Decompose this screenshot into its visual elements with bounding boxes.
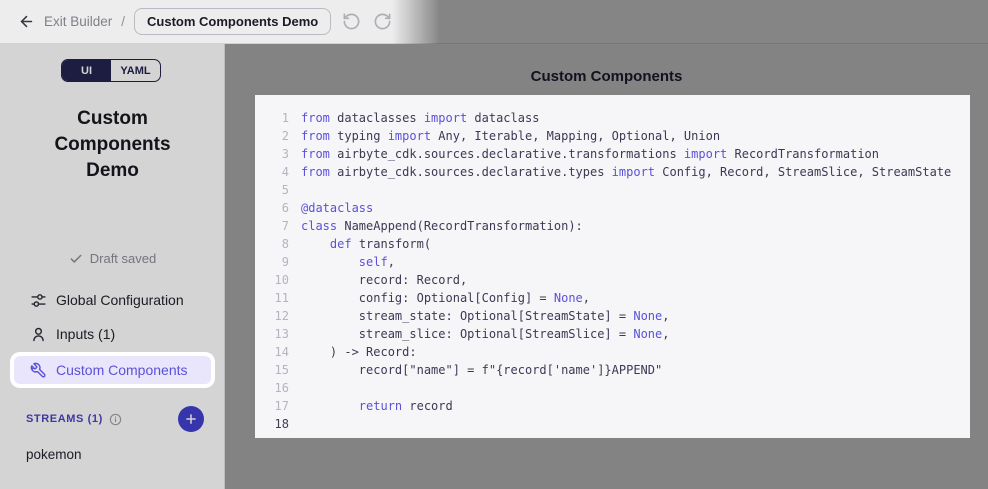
code-line: 15 record["name"] = f"{record['name']}AP… xyxy=(267,361,970,379)
line-number: 12 xyxy=(267,309,289,323)
code-lines: 1 from dataclasses import dataclass 2 from … xyxy=(267,109,970,433)
info-icon[interactable] xyxy=(109,413,122,426)
streams-header-label: STREAMS (1) xyxy=(26,413,103,425)
streams-section-header: STREAMS (1) xyxy=(0,404,225,434)
line-number: 9 xyxy=(267,255,289,269)
undo-icon xyxy=(342,12,361,31)
line-number: 3 xyxy=(267,147,289,161)
sidebar-nav: Global Configuration Inputs (1) Custom C… xyxy=(0,286,225,390)
line-number: 15 xyxy=(267,363,289,377)
code-line: 8 def transform( xyxy=(267,235,970,253)
code-line: 10 record: Record, xyxy=(267,271,970,289)
top-bar: Exit Builder / Custom Components Demo xyxy=(0,0,988,44)
draft-status: Draft saved xyxy=(0,251,225,266)
toggle-yaml-option[interactable]: YAML xyxy=(111,60,160,81)
project-title: Custom Components Demo xyxy=(0,106,225,184)
line-number: 5 xyxy=(267,183,289,197)
code-text: config: Optional[Config] = None, xyxy=(301,291,590,305)
code-line: 7 class NameAppend(RecordTransformation): xyxy=(267,217,970,235)
code-text: from airbyte_cdk.sources.declarative.tra… xyxy=(301,147,879,161)
code-text: ) -> Record: xyxy=(301,345,417,359)
code-line: 13 stream_slice: Optional[StreamSlice] =… xyxy=(267,325,970,343)
code-line: 4 from airbyte_cdk.sources.declarative.ty… xyxy=(267,163,970,181)
sidebar-item-custom-components[interactable]: Custom Components xyxy=(14,356,211,384)
line-number: 4 xyxy=(267,165,289,179)
code-line: 6 @dataclass xyxy=(267,199,970,217)
stream-item-pokemon[interactable]: pokemon xyxy=(0,442,225,466)
sliders-icon xyxy=(30,292,47,309)
connector-builder-app: Exit Builder / Custom Components Demo UI… xyxy=(0,0,988,489)
line-number: 18 xyxy=(267,417,289,431)
line-number: 1 xyxy=(267,111,289,125)
code-text: from airbyte_cdk.sources.declarative.typ… xyxy=(301,165,951,179)
sidebar-item-global-configuration[interactable]: Global Configuration xyxy=(14,286,211,314)
main-panel: Custom Components 1 from dataclasses impo… xyxy=(225,44,988,489)
code-line: 11 config: Optional[Config] = None, xyxy=(267,289,970,307)
plus-icon xyxy=(184,412,198,426)
line-number: 14 xyxy=(267,345,289,359)
code-text: record["name"] = f"{record['name']}APPEN… xyxy=(301,363,662,377)
code-text: stream_state: Optional[StreamState] = No… xyxy=(301,309,669,323)
code-line: 5 xyxy=(267,181,970,199)
code-line: 9 self, xyxy=(267,253,970,271)
line-number: 6 xyxy=(267,201,289,215)
code-line: 16 xyxy=(267,379,970,397)
line-number: 11 xyxy=(267,291,289,305)
line-number: 17 xyxy=(267,399,289,413)
code-text: class NameAppend(RecordTransformation): xyxy=(301,219,583,233)
code-line: 2 from typing import Any, Iterable, Mappi… xyxy=(267,127,970,145)
breadcrumb-separator: / xyxy=(121,14,125,29)
code-text: from typing import Any, Iterable, Mappin… xyxy=(301,129,720,143)
sidebar-item-inputs[interactable]: Inputs (1) xyxy=(14,320,211,348)
panel-heading: Custom Components xyxy=(225,68,988,85)
code-line: 14 ) -> Record: xyxy=(267,343,970,361)
redo-icon xyxy=(373,12,392,31)
code-line: 17 return record xyxy=(267,397,970,415)
redo-button[interactable] xyxy=(371,11,393,33)
code-text: def transform( xyxy=(301,237,431,251)
code-text: @dataclass xyxy=(301,201,373,215)
toggle-ui-option[interactable]: UI xyxy=(62,60,111,81)
line-number: 13 xyxy=(267,327,289,341)
back-button[interactable] xyxy=(12,8,40,36)
person-icon xyxy=(30,326,47,343)
line-number: 16 xyxy=(267,381,289,395)
arrow-left-icon xyxy=(18,13,35,30)
line-number: 10 xyxy=(267,273,289,287)
line-number: 8 xyxy=(267,237,289,251)
wrench-icon xyxy=(30,362,47,379)
code-text: stream_slice: Optional[StreamSlice] = No… xyxy=(301,327,669,341)
check-icon xyxy=(69,252,83,266)
builder-sidebar: UI YAML Custom Components Demo Draft sav… xyxy=(0,44,225,489)
code-line: 1 from dataclasses import dataclass xyxy=(267,109,970,127)
code-editor[interactable]: 1 from dataclasses import dataclass 2 from … xyxy=(255,95,970,438)
undo-button[interactable] xyxy=(340,11,362,33)
add-stream-button[interactable] xyxy=(178,406,204,432)
line-number: 7 xyxy=(267,219,289,233)
code-line: 12 stream_state: Optional[StreamState] =… xyxy=(267,307,970,325)
code-text: self, xyxy=(301,255,395,269)
code-line: 3 from airbyte_cdk.sources.declarative.tr… xyxy=(267,145,970,163)
code-text: return record xyxy=(301,399,453,413)
ui-yaml-toggle: UI YAML xyxy=(61,59,161,82)
line-number: 2 xyxy=(267,129,289,143)
code-text: record: Record, xyxy=(301,273,467,287)
code-text: from dataclasses import dataclass xyxy=(301,111,539,125)
builder-title-input[interactable]: Custom Components Demo xyxy=(134,8,331,35)
exit-builder-link[interactable]: Exit Builder xyxy=(44,14,112,29)
code-line: 18 xyxy=(267,415,970,433)
